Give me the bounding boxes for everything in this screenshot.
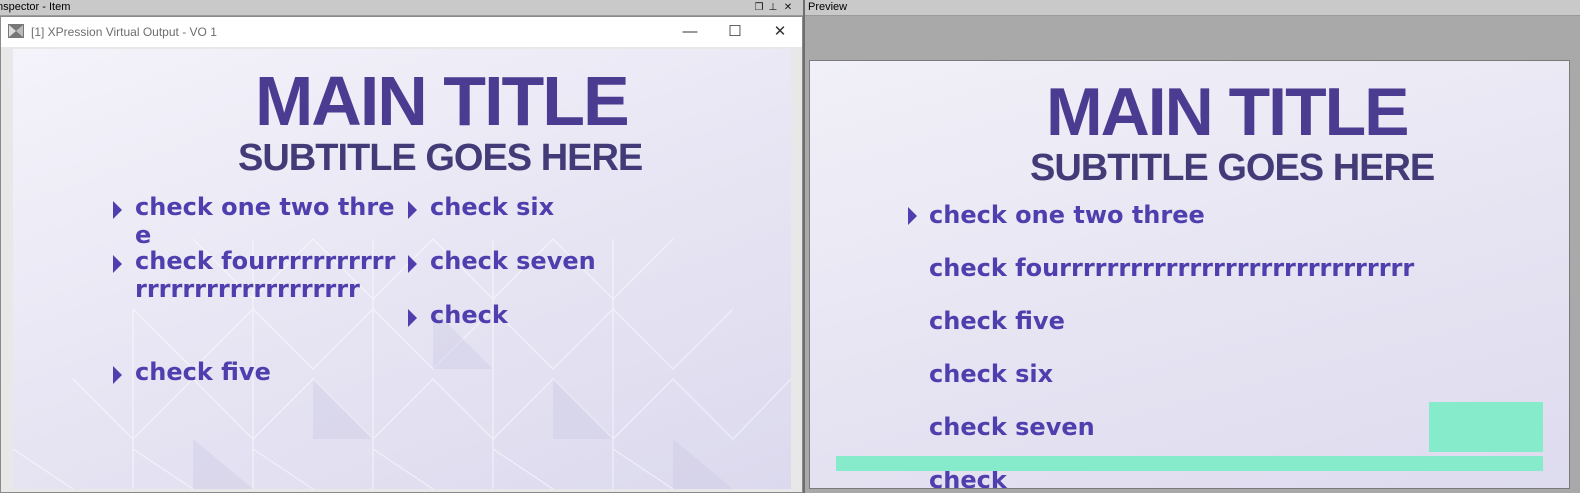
preview-panel: Preview MAIN TITLE SUBTITLE GOES HERE ch…	[803, 0, 1580, 493]
inspector-title: nspector - Item	[0, 1, 71, 13]
bullet-arrow-icon	[408, 309, 417, 327]
main-title: MAIN TITLE	[255, 62, 630, 140]
xpression-logo-icon	[8, 24, 24, 38]
preview-line: check six	[929, 360, 1054, 388]
close-icon[interactable]: ✕	[782, 1, 794, 14]
vo-title: [1] XPression Virtual Output - VO 1	[31, 25, 217, 39]
preview-line: check fourrrrrrrrrrrrrrrrrrrrrrrrrrrrrr	[929, 254, 1415, 282]
preview-line: check one two three	[929, 201, 1205, 229]
inspector-panel: nspector - Item ❐ ⊥ ✕ [1] XPression Virt…	[0, 0, 803, 493]
restore-icon[interactable]: ❐	[753, 1, 765, 14]
vo-titlebar[interactable]: [1] XPression Virtual Output - VO 1 — ☐ …	[1, 17, 802, 47]
preview-titlebar: Preview	[805, 0, 1580, 16]
bullet-arrow-icon	[113, 366, 122, 384]
overlay-bar[interactable]	[836, 456, 1543, 471]
bullet-arrow-icon	[113, 201, 122, 219]
minimize-button[interactable]: —	[667, 17, 713, 47]
preview-canvas[interactable]: MAIN TITLE SUBTITLE GOES HERE check one …	[809, 60, 1570, 489]
vo-body: MAIN TITLE SUBTITLE GOES HERE check one …	[1, 47, 802, 492]
bullet-arrow-icon	[408, 201, 417, 219]
bullet-arrow-icon	[408, 255, 417, 273]
maximize-button[interactable]: ☐	[712, 17, 758, 47]
subtitle: SUBTITLE GOES HERE	[238, 137, 643, 179]
bullet-arrow-icon	[113, 255, 122, 273]
overlay-block[interactable]	[1429, 402, 1543, 452]
preview-line: check seven	[929, 413, 1095, 441]
preview-line: check five	[929, 307, 1065, 335]
pin-icon[interactable]: ⊥	[767, 1, 779, 14]
preview-main-title: MAIN TITLE	[1046, 74, 1410, 150]
inspector-titlebar: nspector - Item ❐ ⊥ ✕	[0, 0, 803, 16]
preview-title: Preview	[808, 1, 848, 13]
graphic-canvas: MAIN TITLE SUBTITLE GOES HERE check one …	[13, 49, 791, 489]
close-button[interactable]: ✕	[757, 17, 803, 47]
preview-subtitle: SUBTITLE GOES HERE	[1030, 147, 1435, 189]
virtual-output-window: [1] XPression Virtual Output - VO 1 — ☐ …	[0, 16, 803, 493]
